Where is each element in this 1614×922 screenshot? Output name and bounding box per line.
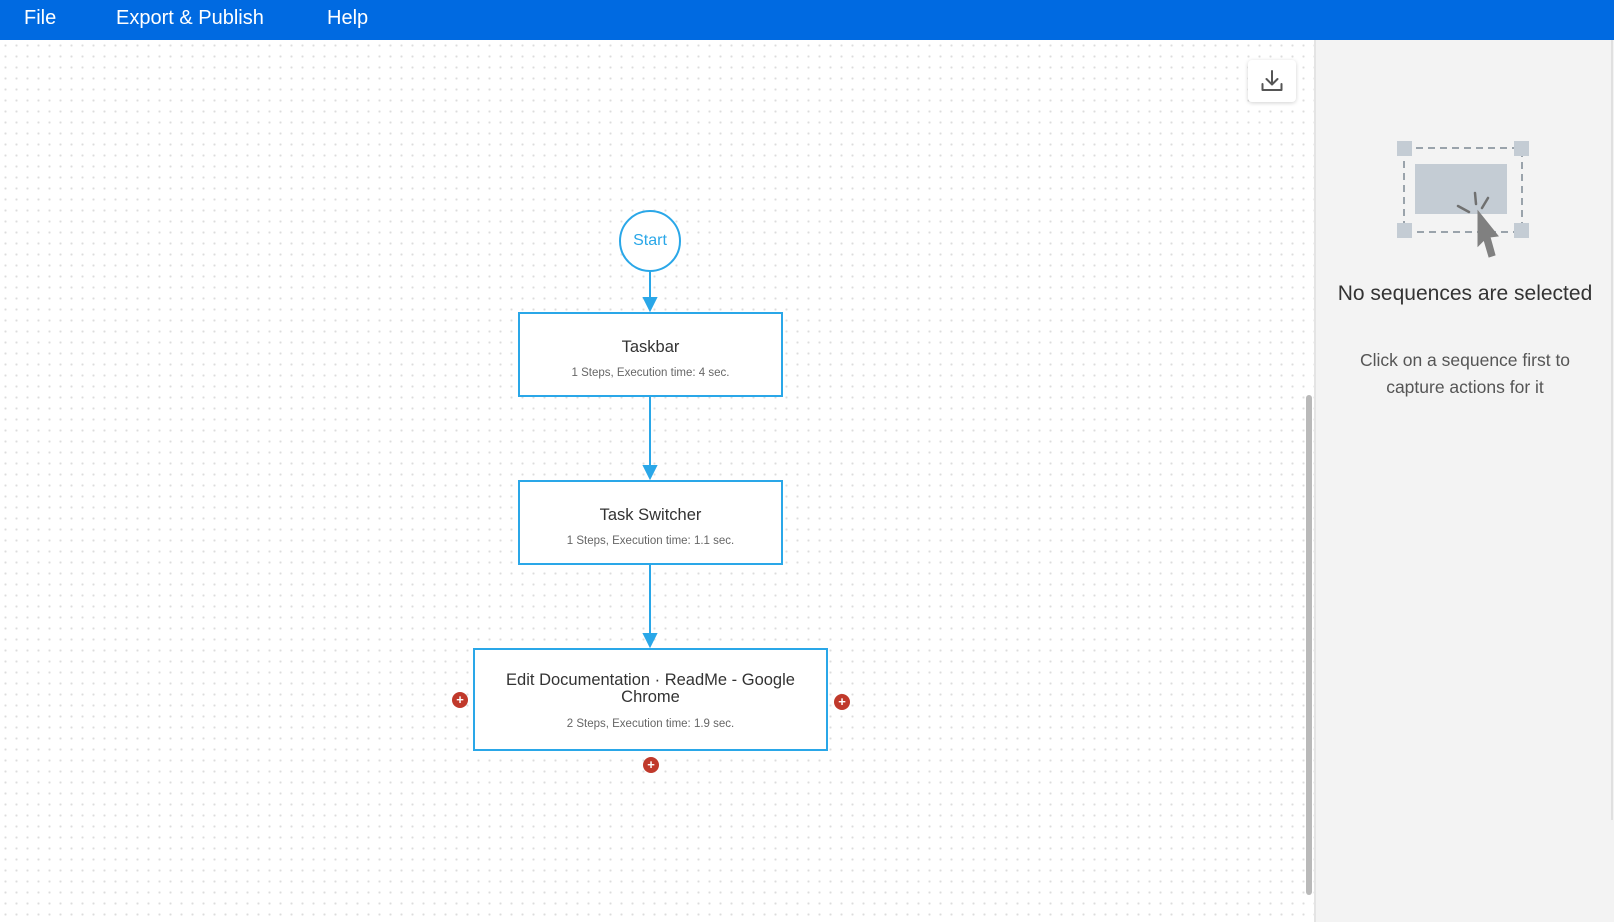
sequence-node-task-switcher[interactable]: Task Switcher 1 Steps, Execution time: 1…	[518, 480, 783, 565]
sequence-title: Taskbar	[621, 338, 680, 356]
sequence-node-taskbar[interactable]: Taskbar 1 Steps, Execution time: 4 sec.	[518, 312, 783, 397]
arrowhead	[642, 633, 658, 649]
empty-state-title: No sequences are selected	[1337, 282, 1593, 305]
menu-file[interactable]: File	[24, 6, 56, 30]
add-left-icon[interactable]: +	[452, 692, 468, 708]
sequence-meta: 1 Steps, Execution time: 1.1 sec.	[566, 535, 735, 547]
side-panel-scrollbar-thumb[interactable]	[1611, 40, 1613, 820]
flow-canvas[interactable]: Start Taskbar 1 Steps, Execution time: 4…	[0, 40, 1314, 922]
menu-export-publish[interactable]: Export & Publish	[116, 6, 264, 30]
sequence-title: Task Switcher	[599, 506, 702, 524]
menu-help[interactable]: Help	[327, 6, 368, 30]
sequence-meta: 2 Steps, Execution time: 1.9 sec.	[566, 718, 735, 730]
sequence-node-edit-documentation[interactable]: Edit Documentation · ReadMe - Google Chr…	[473, 648, 828, 751]
sequence-title: Edit Documentation · ReadMe - Google Chr…	[506, 671, 795, 706]
menu-bar: File Export & Publish Help	[0, 0, 1614, 40]
selection-cursor-icon	[1397, 141, 1529, 258]
canvas-scrollbar[interactable]	[1304, 40, 1314, 922]
add-below-icon[interactable]: +	[643, 757, 659, 773]
side-panel-scrollbar[interactable]	[1610, 40, 1614, 922]
arrowhead	[642, 297, 658, 313]
canvas-scrollbar-thumb[interactable]	[1306, 395, 1312, 895]
empty-state-description: Click on a sequence first to capture act…	[1359, 350, 1571, 397]
side-panel: No sequences are selected Click on a seq…	[1316, 40, 1614, 922]
arrowhead	[642, 465, 658, 481]
sequence-meta: 1 Steps, Execution time: 4 sec.	[571, 367, 730, 379]
start-node[interactable]: Start	[619, 210, 681, 272]
add-right-icon[interactable]: +	[834, 694, 850, 710]
